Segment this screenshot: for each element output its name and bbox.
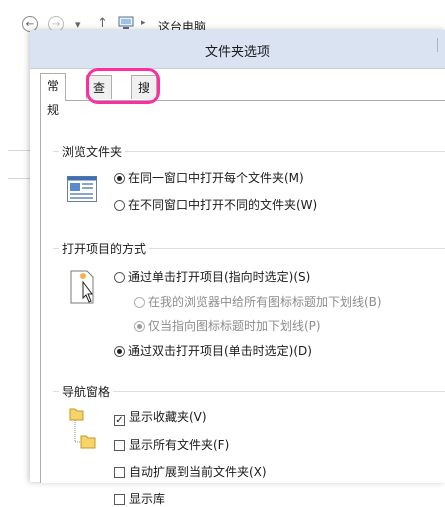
checkbox-show-favorites-box[interactable]: ✓ xyxy=(114,415,125,426)
radio-same-window[interactable]: 在同一窗口中打开每个文件夹(M) xyxy=(114,169,304,186)
radio-single-click[interactable]: 通过单击打开项目(指向时选定)(S) xyxy=(114,268,310,285)
breadcrumb-separator-icon: ▸ xyxy=(141,18,146,28)
radio-double-click-dot[interactable] xyxy=(114,346,125,357)
browse-folders-title: 浏览文件夹 xyxy=(59,143,126,160)
general-tab-panel: 浏览文件夹 在同一窗口中打开每个文件夹(M) 在不同窗口中打开不同的文件夹(W) xyxy=(40,100,445,506)
radio-underline-always[interactable]: 在我的浏览器中给所有图标标题加下划线(B) xyxy=(134,293,382,310)
radio-underline-always-label: 在我的浏览器中给所有图标标题加下划线(B) xyxy=(148,295,382,309)
up-button[interactable]: ↑ xyxy=(97,16,108,31)
radio-underline-hover-label: 仅当指向图标标题时加下划线(P) xyxy=(148,319,321,333)
dialog-titlebar[interactable]: 文件夹选项 xyxy=(30,30,445,69)
radio-same-window-label: 在同一窗口中打开每个文件夹(M) xyxy=(128,171,304,185)
checkbox-show-all-folders[interactable]: 显示所有文件夹(F) xyxy=(114,436,229,453)
tab-general[interactable]: 常规 xyxy=(40,73,67,117)
checkbox-show-favorites-label: 显示收藏夹(V) xyxy=(129,410,207,424)
radio-same-window-dot[interactable] xyxy=(114,173,125,184)
click-items-group: 打开项目的方式 通过单击打开项目(指向时选定)(S) 在我的浏览器中给所有图标标… xyxy=(53,240,445,369)
radio-double-click[interactable]: 通过双击打开项目(单击时选定)(D) xyxy=(114,342,312,359)
checkbox-show-libraries-label: 显示库 xyxy=(129,492,166,506)
folder-window-icon xyxy=(67,176,97,205)
radio-underline-always-dot[interactable] xyxy=(134,297,145,308)
radio-double-click-label: 通过双击打开项目(单击时选定)(D) xyxy=(128,344,312,358)
checkbox-show-all-folders-box[interactable] xyxy=(114,440,125,451)
navigation-pane-group: 导航窗格 ✓ 显示收藏夹(V) 显示所有文件夹(F) 自动扩展到当前文件夹(X) … xyxy=(53,383,445,506)
radio-single-click-label: 通过单击打开项目(指向时选定)(S) xyxy=(128,270,311,284)
click-items-title: 打开项目的方式 xyxy=(59,240,150,257)
checkbox-auto-expand-label: 自动扩展到当前文件夹(X) xyxy=(129,465,267,479)
folder-tree-icon xyxy=(69,406,97,453)
checkbox-auto-expand[interactable]: 自动扩展到当前文件夹(X) xyxy=(114,463,267,480)
close-button-edge[interactable] xyxy=(437,38,445,52)
checkbox-auto-expand-box[interactable] xyxy=(114,467,125,478)
radio-underline-hover[interactable]: 仅当指向图标标题时加下划线(P) xyxy=(134,317,321,334)
radio-underline-hover-dot[interactable] xyxy=(134,321,145,332)
checkbox-show-favorites[interactable]: ✓ 显示收藏夹(V) xyxy=(114,408,207,426)
radio-new-window[interactable]: 在不同窗口中打开不同的文件夹(W) xyxy=(114,196,317,213)
browse-folders-group: 浏览文件夹 在同一窗口中打开每个文件夹(M) 在不同窗口中打开不同的文件夹(W) xyxy=(53,143,445,242)
single-click-cursor-icon xyxy=(69,269,99,308)
radio-new-window-label: 在不同窗口中打开不同的文件夹(W) xyxy=(128,198,318,212)
checkbox-show-all-folders-label: 显示所有文件夹(F) xyxy=(129,438,230,452)
radio-single-click-dot[interactable] xyxy=(114,272,125,283)
tab-highlight-marker xyxy=(86,68,160,104)
dialog-title: 文件夹选项 xyxy=(204,45,270,60)
explorer-navigation-pane xyxy=(0,38,31,482)
checkbox-show-libraries-box[interactable] xyxy=(114,494,125,505)
checkbox-show-libraries[interactable]: 显示库 xyxy=(114,490,165,507)
folder-options-dialog: 文件夹选项 常规 查看 搜索 浏览文件夹 在同一窗 xyxy=(30,30,445,506)
radio-new-window-dot[interactable] xyxy=(114,200,125,211)
navigation-pane-title: 导航窗格 xyxy=(59,383,114,400)
